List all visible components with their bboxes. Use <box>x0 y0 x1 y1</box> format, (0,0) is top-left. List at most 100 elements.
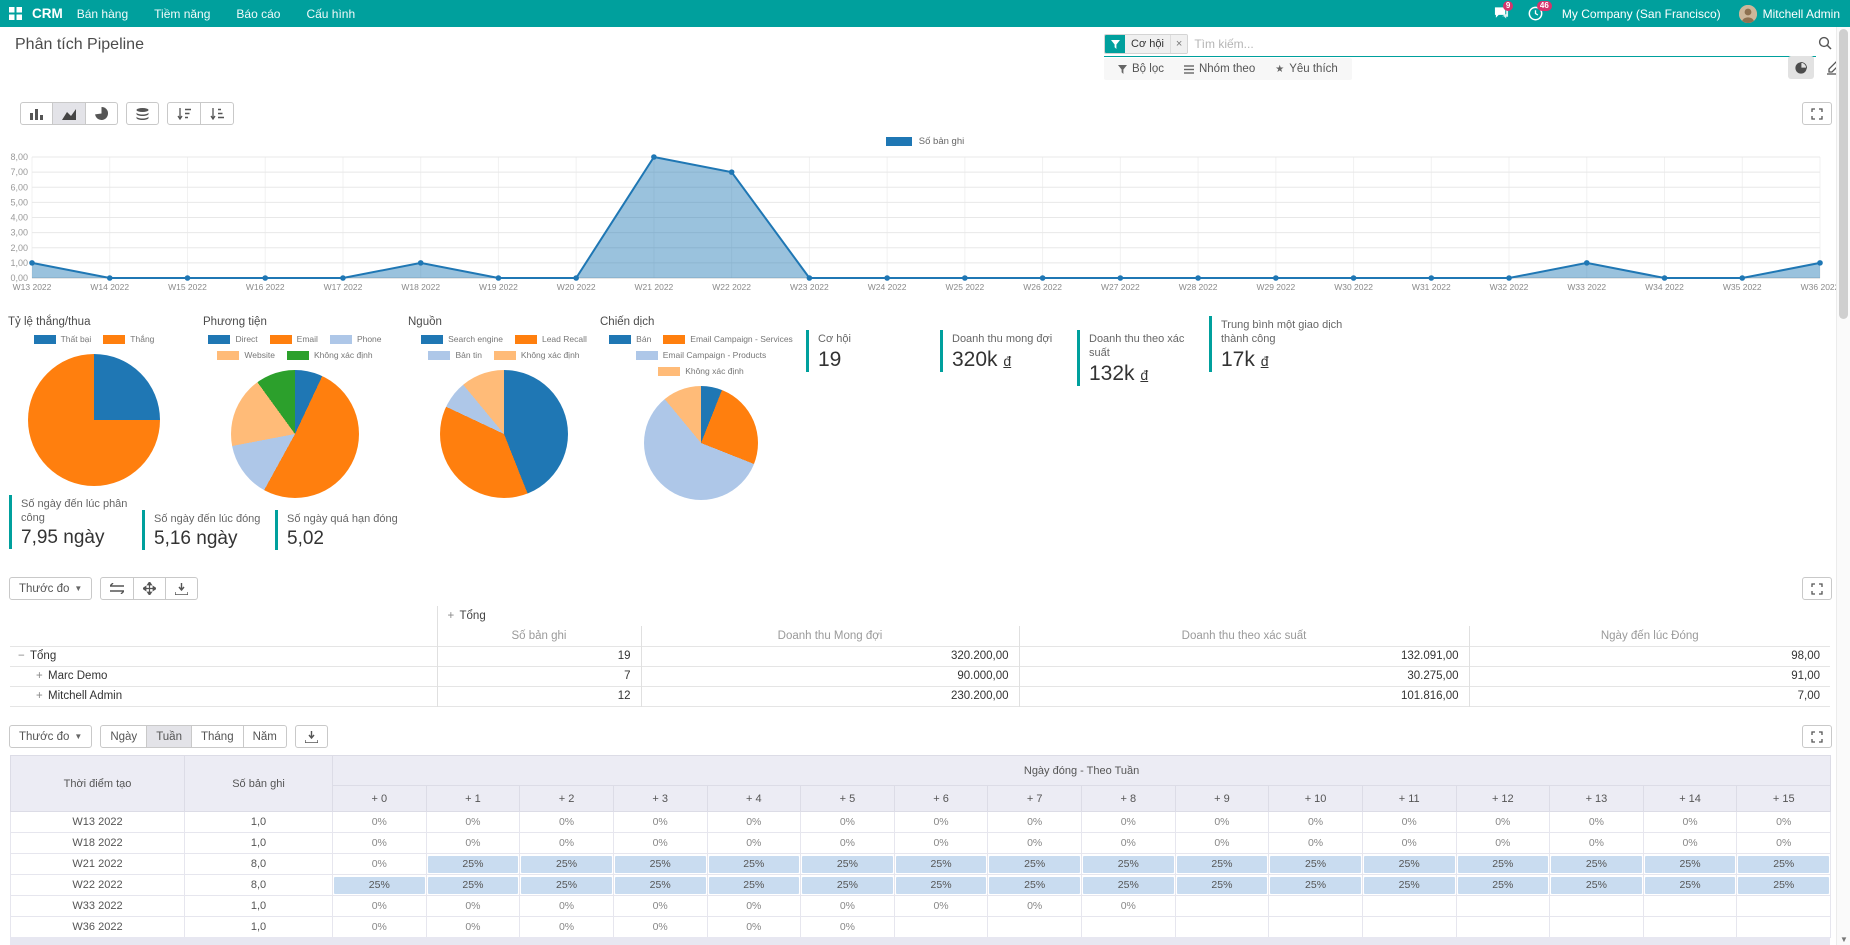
pie-legend-item[interactable]: Direct <box>208 333 257 346</box>
cohort-cell: 25% <box>1269 875 1363 896</box>
pie-legend-item[interactable]: Không xác định <box>494 349 580 362</box>
svg-text:W21 2022: W21 2022 <box>635 282 674 292</box>
kpi-card: Số ngày đến lúc đóng 5,16 ngày <box>142 510 267 550</box>
interval-button-tháng[interactable]: Tháng <box>192 725 244 748</box>
cohort-download-button[interactable] <box>295 725 328 748</box>
pivot-measure-header[interactable]: Doanh thu theo xác suất <box>1019 626 1469 646</box>
interval-button-năm[interactable]: Năm <box>244 725 287 748</box>
cohort-cell: 0% <box>801 812 895 833</box>
pivot-row-label[interactable]: −Tổng <box>10 646 437 666</box>
cohort-cell: 25% <box>801 854 895 875</box>
cohort-cell: 0% <box>894 896 988 917</box>
pie-legend-item[interactable]: Bản tin <box>428 349 481 362</box>
expand-all-button[interactable] <box>134 577 166 600</box>
pie-chart[interactable] <box>440 370 568 498</box>
pivot-cell: 98,00 <box>1469 646 1830 666</box>
cohort-cell <box>1362 917 1456 938</box>
scrollbar-thumb[interactable] <box>1839 29 1848 319</box>
cohort-cell <box>1269 917 1363 938</box>
svg-text:W15 2022: W15 2022 <box>168 282 207 292</box>
cohort-cell: 0% <box>1456 812 1550 833</box>
cohort-offset-header: + 4 <box>707 786 801 812</box>
kpi-value: 320k đ <box>952 348 1070 372</box>
cohort-cell: 0% <box>426 812 520 833</box>
messages-icon[interactable]: 9 <box>1494 6 1510 22</box>
pie-chart[interactable] <box>28 354 160 486</box>
search-icon[interactable] <box>1818 36 1832 50</box>
insert-in-spreadsheet-button[interactable] <box>1788 56 1814 79</box>
nav-menu-item[interactable]: Bán hàng <box>77 7 128 21</box>
pie-chart[interactable] <box>644 386 758 500</box>
pivot-cell: 19 <box>437 646 641 666</box>
cohort-offset-header: + 7 <box>988 786 1082 812</box>
pie-legend-item[interactable]: Website <box>217 349 275 362</box>
nav-menu-item[interactable]: Cấu hình <box>306 7 355 21</box>
kpi-value: 19 <box>818 348 932 372</box>
cohort-cell: 0% <box>1175 812 1269 833</box>
pie-legend-item[interactable]: Bán <box>609 333 651 346</box>
cohort-period: W21 2022 <box>11 854 185 875</box>
pie-legend: Direct Email Phone Website Không xác định <box>203 333 387 362</box>
filter-facet-icon <box>1105 35 1125 53</box>
pie-legend-item[interactable]: Email <box>270 333 318 346</box>
search-input[interactable] <box>1194 37 1816 51</box>
pivot-measure-header[interactable]: Doanh thu Mong đợi <box>641 626 1019 646</box>
interval-button-tuần[interactable]: Tuần <box>147 725 192 748</box>
pie-legend-item[interactable]: Email Campaign - Services <box>663 333 793 346</box>
groupby-button[interactable]: Nhóm theo <box>1176 63 1263 75</box>
activities-clock-icon[interactable]: 46 <box>1528 6 1544 22</box>
nav-menu-item[interactable]: Tiềm năng <box>154 7 210 21</box>
pivot-col-group[interactable]: +Tổng <box>437 606 1830 626</box>
cohort-measures-button[interactable]: Thước đo▼ <box>9 725 92 748</box>
svg-text:W13 2022: W13 2022 <box>13 282 52 292</box>
app-name[interactable]: CRM <box>32 6 63 21</box>
pivot-measure-header[interactable]: Số bản ghi <box>437 626 641 646</box>
cohort-cell: 25% <box>1643 854 1737 875</box>
pivot-download-button[interactable] <box>166 577 198 600</box>
pivot-cell: 132.091,00 <box>1019 646 1469 666</box>
apps-menu-icon[interactable] <box>0 7 30 20</box>
legend-swatch <box>287 351 309 360</box>
legend-swatch <box>658 367 680 376</box>
cohort-cell <box>988 917 1082 938</box>
pivot-measure-header[interactable]: Ngày đến lúc Đóng <box>1469 626 1830 646</box>
pivot-row-label[interactable]: +Marc Demo <box>10 666 437 686</box>
cohort-count: 1,0 <box>185 917 333 938</box>
pie-legend-item[interactable]: Thất bại <box>34 333 92 346</box>
company-switcher[interactable]: My Company (San Francisco) <box>1562 7 1721 21</box>
kpi-card: Số ngày đến lúc phân công 7,95 ngày <box>9 495 131 549</box>
nav-menu-item[interactable]: Báo cáo <box>236 7 280 21</box>
filters-button[interactable]: Bộ lọc <box>1110 63 1172 75</box>
facet-remove-icon[interactable]: × <box>1170 35 1187 53</box>
interval-button-ngày[interactable]: Ngày <box>100 725 147 748</box>
svg-text:2,00: 2,00 <box>10 243 28 253</box>
cohort-cell: 25% <box>1550 875 1644 896</box>
user-name: Mitchell Admin <box>1763 7 1840 21</box>
pie-legend-item[interactable]: Email Campaign - Products <box>636 349 766 362</box>
legend-swatch <box>421 335 443 344</box>
flip-axis-button[interactable] <box>100 577 134 600</box>
cohort-cell: 0% <box>707 917 801 938</box>
pivot-measures-button[interactable]: Thước đo▼ <box>9 577 92 600</box>
pie-title: Tỷ lệ thắng/thua <box>8 316 180 328</box>
pie-legend: Bán Email Campaign - Services Email Campai… <box>600 333 802 378</box>
cohort-expand-button[interactable] <box>1802 725 1832 748</box>
pivot-row-label[interactable]: +Mitchell Admin <box>10 686 437 706</box>
favorites-button[interactable]: ★ Yêu thích <box>1267 63 1346 75</box>
pie-legend-item[interactable]: Phone <box>330 333 382 346</box>
pie-chart[interactable] <box>231 370 359 498</box>
pie-legend-item[interactable]: Lead Recall <box>515 333 587 346</box>
pie-legend-item[interactable]: Không xác định <box>287 349 373 362</box>
cohort-col1-header: Thời điểm tạo <box>11 756 185 812</box>
pivot-expand-button[interactable] <box>1802 577 1832 600</box>
pie-legend-item[interactable]: Thắng <box>103 333 154 346</box>
user-menu[interactable]: Mitchell Admin <box>1739 5 1840 23</box>
scroll-down-arrow[interactable]: ▼ <box>1837 935 1850 944</box>
pie-legend-item[interactable]: Search engine <box>421 333 503 346</box>
legend-swatch <box>103 335 125 344</box>
cohort-period: W33 2022 <box>11 896 185 917</box>
cohort-offset-header: + 11 <box>1362 786 1456 812</box>
pie-legend-item[interactable]: Không xác định <box>658 365 744 378</box>
cohort-cell: 25% <box>988 875 1082 896</box>
svg-text:W17 2022: W17 2022 <box>324 282 363 292</box>
